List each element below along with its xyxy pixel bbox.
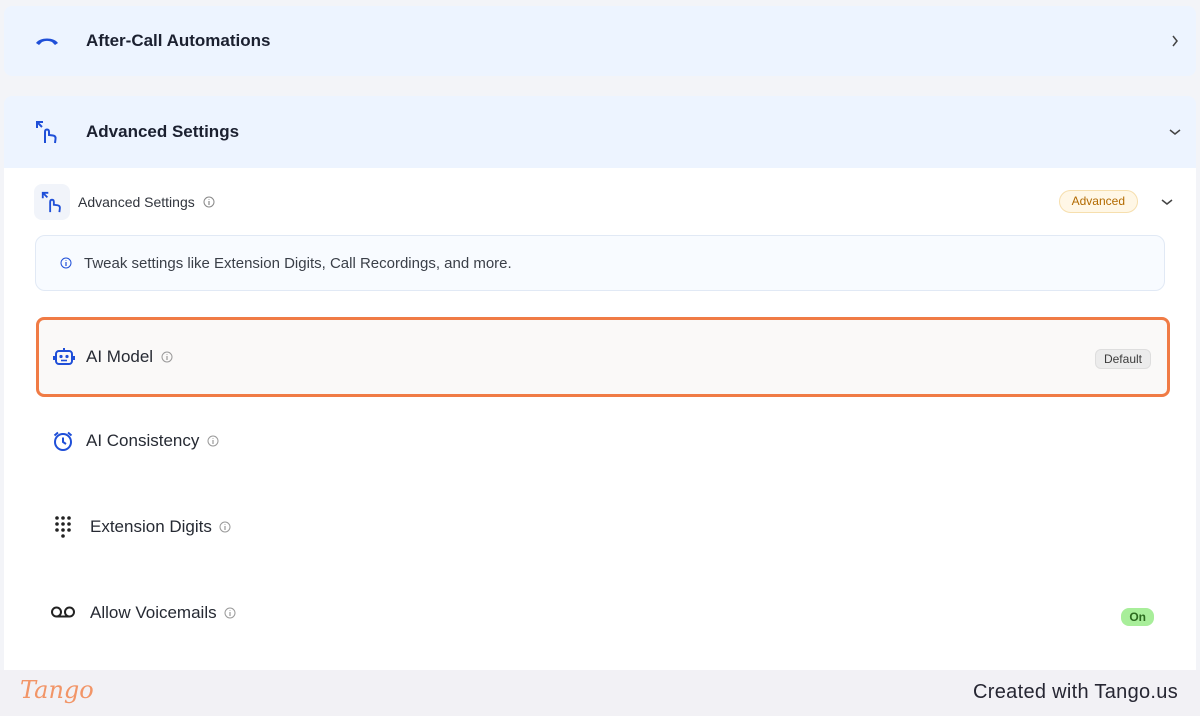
page: After-Call Automations Advanced Settings	[0, 0, 1200, 716]
setting-allow-voicemails[interactable]: Allow Voicemails On	[36, 573, 1170, 653]
advanced-settings-subheader[interactable]: Advanced Settings Advanced	[34, 184, 1174, 220]
after-call-automations-title: After-Call Automations	[86, 31, 271, 50]
info-icon[interactable]	[224, 607, 236, 619]
on-badge[interactable]: On	[1121, 608, 1154, 626]
info-icon	[60, 257, 72, 269]
info-icon[interactable]	[161, 351, 173, 363]
advanced-settings-title: Advanced Settings	[86, 122, 240, 141]
chevron-down-icon[interactable]	[1160, 195, 1174, 209]
created-with-text: Created with Tango.us	[973, 681, 1178, 703]
setting-ai-consistency[interactable]: AI Consistency	[36, 401, 1170, 481]
default-badge: Default	[1094, 349, 1151, 369]
advanced-settings-subtitle: Advanced Settings	[78, 194, 195, 210]
touch-expand-icon	[34, 119, 60, 145]
chevron-down-icon[interactable]	[1168, 125, 1182, 139]
setting-extension-digits[interactable]: Extension Digits	[36, 487, 1170, 567]
footer: Tango Created with Tango.us	[0, 670, 1200, 716]
setting-label: Extension Digits	[90, 517, 212, 536]
setting-label: Allow Voicemails	[90, 603, 217, 622]
setting-label: AI Model	[86, 347, 154, 366]
setting-ai-model[interactable]: AI Model Default	[36, 317, 1170, 397]
advanced-settings-header[interactable]: Advanced Settings	[4, 96, 1196, 168]
touch-expand-icon	[34, 184, 70, 220]
voicemail-icon	[50, 602, 76, 624]
alarm-clock-icon	[52, 430, 74, 452]
dialpad-icon	[52, 516, 74, 538]
after-call-automations-header[interactable]: After-Call Automations	[4, 6, 1196, 76]
info-icon[interactable]	[219, 521, 231, 533]
advanced-badge: Advanced	[1058, 190, 1138, 213]
tango-logo: Tango	[20, 676, 94, 704]
chevron-right-icon[interactable]	[1168, 34, 1182, 48]
info-note: Tweak settings like Extension Digits, Ca…	[35, 235, 1165, 291]
info-icon[interactable]	[203, 196, 215, 208]
phone-hangup-icon	[34, 28, 60, 54]
info-note-text: Tweak settings like Extension Digits, Ca…	[84, 254, 512, 272]
advanced-settings-content: Advanced Settings Advanced Tweak setting…	[4, 168, 1196, 670]
info-icon[interactable]	[207, 435, 219, 447]
robot-icon	[53, 346, 75, 368]
setting-label: AI Consistency	[86, 431, 200, 450]
